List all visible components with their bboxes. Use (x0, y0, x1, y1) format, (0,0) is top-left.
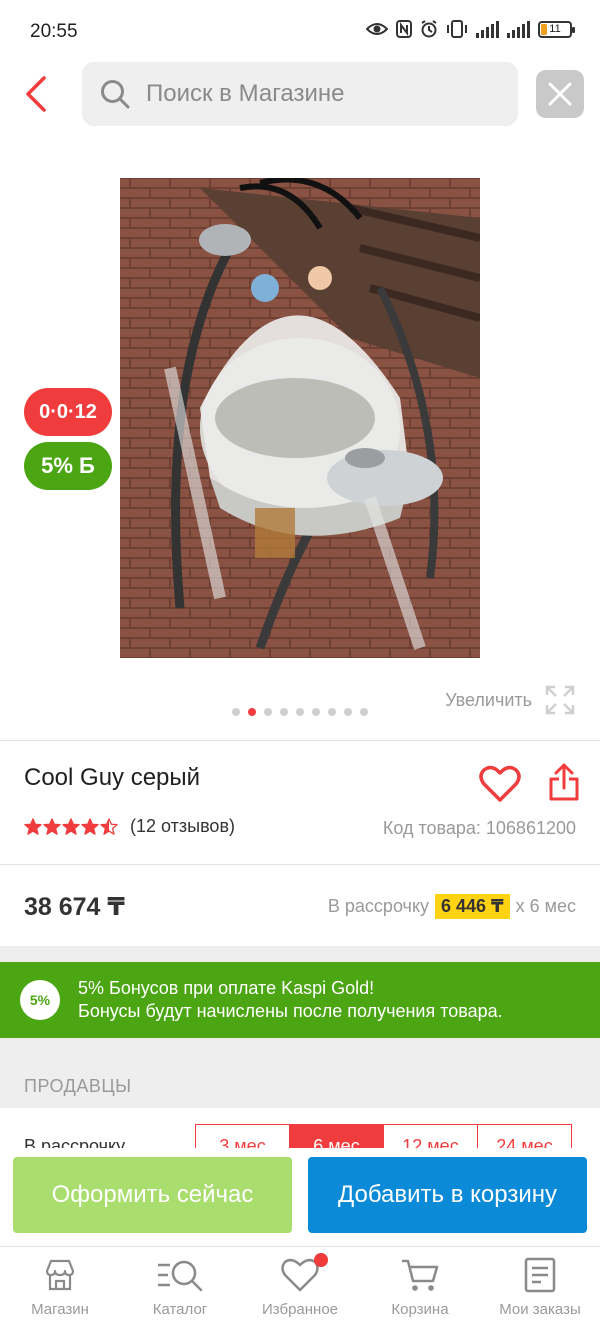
bonus-text: 5% Бонусов при оплате Kaspi Gold! Бонусы… (78, 977, 503, 1023)
gallery-pagination (232, 708, 368, 716)
search-input[interactable]: Поиск в Магазине (82, 62, 518, 126)
installment-option[interactable]: 12 мес (383, 1124, 478, 1148)
bonus-banner[interactable]: 5% 5% Бонусов при оплате Kaspi Gold! Бон… (0, 962, 600, 1038)
gallery-dot[interactable] (232, 708, 240, 716)
status-time: 20:55 (30, 21, 78, 42)
sellers-header: ПРОДАВЦЫ (0, 1038, 600, 1108)
nav-item-catalog[interactable]: Каталог (120, 1247, 240, 1326)
nav-label: Корзина (391, 1301, 449, 1318)
share-button[interactable] (548, 762, 580, 802)
gallery-dot[interactable] (360, 708, 368, 716)
zoom-button[interactable]: Увеличить (445, 684, 576, 716)
gallery-dot[interactable] (248, 708, 256, 716)
installment-selector: В рассрочку 3 мес 6 мес 12 мес 24 мес (0, 1108, 600, 1148)
installment-selector-label: В рассрочку (24, 1136, 126, 1148)
search-icon (101, 80, 130, 109)
star-icon (43, 817, 61, 835)
installment-option[interactable]: 24 мес (477, 1124, 572, 1148)
sellers-heading: ПРОДАВЦЫ (24, 1076, 132, 1096)
search-placeholder: Поиск в Магазине (146, 80, 345, 107)
price: 38 674 ₸ (24, 893, 125, 921)
gallery-dot[interactable] (328, 708, 336, 716)
bonus-line-2: Бонусы будут начислены после получения т… (78, 1001, 503, 1021)
star-icon (24, 817, 42, 835)
notification-dot (314, 1253, 328, 1267)
bonus-badge: 5% Б (24, 442, 112, 490)
nav-item-cart[interactable]: Корзина (360, 1247, 480, 1326)
favorite-button[interactable] (478, 764, 522, 804)
bonus-line-1: 5% Бонусов при оплате Kaspi Gold! (78, 978, 375, 998)
nav-label: Мои заказы (499, 1301, 581, 1318)
close-icon (548, 82, 572, 106)
chevron-left-icon (26, 76, 46, 112)
reviews-count[interactable]: (12 отзывов) (130, 816, 235, 837)
alarm-icon (421, 20, 437, 38)
gallery-dot[interactable] (312, 708, 320, 716)
add-to-cart-button[interactable]: Добавить в корзину (308, 1157, 587, 1233)
gallery-dot[interactable] (344, 708, 352, 716)
installment-amount: 6 446 ₸ (435, 894, 510, 919)
installment-option[interactable]: 6 мес (289, 1124, 384, 1148)
nav-item-favorites[interactable]: Избранное (240, 1247, 360, 1326)
product-title: Cool Guy серый (24, 764, 201, 791)
gallery-dot[interactable] (296, 708, 304, 716)
product-photo[interactable] (120, 178, 480, 658)
rating-row[interactable]: (12 отзывов) (24, 816, 235, 837)
divider (0, 740, 600, 741)
installment-badge: 0·0·12 (24, 388, 112, 436)
nfc-icon (396, 20, 412, 38)
bonus-percent-icon: 5% (20, 980, 60, 1020)
nav-label: Каталог (152, 1301, 208, 1318)
battery-level: 11 (549, 22, 561, 35)
bottom-nav: Магазин Каталог Избранное Корзина Мои за… (0, 1246, 600, 1326)
buy-now-button[interactable]: Оформить сейчас (13, 1157, 292, 1233)
nav-label: Магазин (31, 1301, 89, 1318)
header: Поиск в Магазине (0, 62, 600, 128)
product-code: Код товара: 106861200 (382, 818, 576, 838)
gallery-dot[interactable] (264, 708, 272, 716)
battery-icon: 11 (538, 20, 575, 38)
status-bar: 20:55 11 (0, 0, 600, 64)
rating-stars (24, 817, 118, 836)
gallery-dot[interactable] (280, 708, 288, 716)
store-icon (45, 1259, 75, 1291)
zoom-label: Увеличить (445, 689, 532, 710)
nav-item-orders[interactable]: Мои заказы (480, 1247, 600, 1326)
installment-options: 3 мес 6 мес 12 мес 24 мес (195, 1124, 572, 1148)
signal-icon (507, 20, 530, 38)
signal-4g-icon (476, 20, 499, 38)
orders-icon (524, 1257, 556, 1293)
back-button[interactable] (18, 72, 58, 116)
clear-search-button[interactable] (536, 70, 584, 118)
vibrate-icon (447, 20, 467, 38)
share-icon (549, 763, 579, 801)
divider (0, 864, 600, 865)
nav-label: Избранное (261, 1301, 339, 1318)
installment-prefix: В рассрочку (327, 896, 430, 916)
catalog-search-icon (158, 1260, 203, 1292)
heart-icon (479, 765, 521, 802)
installment-suffix: х 6 мес (515, 896, 576, 916)
star-icon (81, 817, 99, 835)
installment-option[interactable]: 3 мес (195, 1124, 290, 1148)
installment-info: В рассрочку 6 446 ₸ х 6 мес (328, 894, 576, 919)
star-icon (62, 817, 80, 835)
status-icons: 11 (366, 20, 575, 38)
eye-icon (366, 23, 388, 35)
cart-icon (402, 1259, 439, 1291)
star-icon (100, 817, 118, 835)
product-photo-drawing (120, 178, 480, 658)
nav-item-store[interactable]: Магазин (0, 1247, 120, 1326)
section-separator (0, 946, 600, 962)
expand-icon (545, 685, 575, 715)
